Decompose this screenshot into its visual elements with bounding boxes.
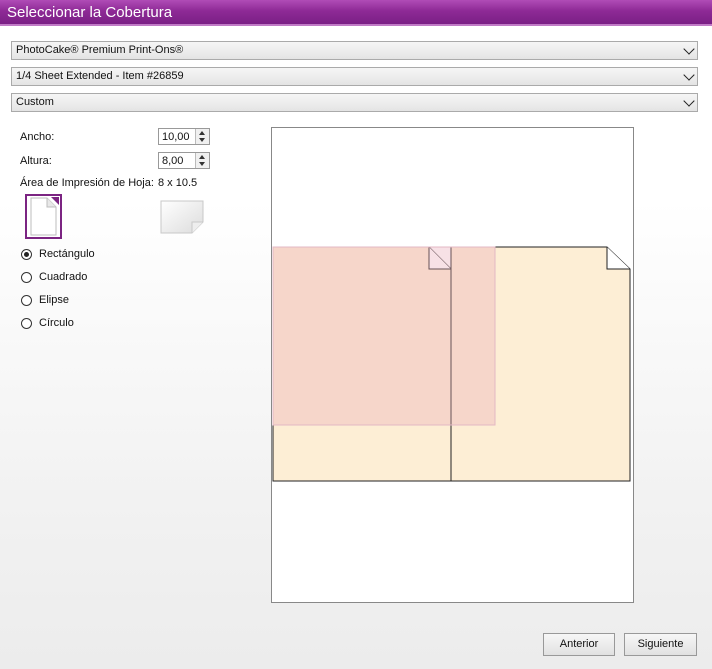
radio-label: Círculo: [39, 317, 74, 329]
size-dropdown-value: Custom: [16, 96, 54, 108]
next-button[interactable]: Siguiente: [624, 633, 697, 656]
radio-selected-dot: [24, 252, 29, 257]
portrait-page-icon: [30, 197, 59, 236]
radio-circle[interactable]: [21, 318, 32, 329]
height-input[interactable]: 8,00: [162, 155, 183, 167]
height-label: Altura:: [20, 155, 52, 167]
product-dropdown[interactable]: PhotoCake® Premium Print-Ons®: [11, 41, 698, 60]
coverage-preview-canvas: [272, 246, 631, 482]
width-label: Ancho:: [20, 131, 55, 143]
width-input[interactable]: 10,00: [162, 131, 190, 143]
width-spinner[interactable]: 10,00: [158, 128, 210, 145]
radio-circle[interactable]: [21, 249, 32, 260]
spin-up-icon[interactable]: [199, 131, 205, 135]
portrait-orientation-button[interactable]: [25, 194, 62, 239]
chevron-down-icon: [683, 69, 695, 81]
coverage-area[interactable]: [272, 246, 496, 426]
chevron-down-icon: [683, 43, 695, 55]
radio-label: Rectángulo: [39, 248, 95, 260]
chevron-down-icon: [683, 95, 695, 107]
product-dropdown-value: PhotoCake® Premium Print-Ons®: [16, 44, 184, 56]
radio-label: Elipse: [39, 294, 69, 306]
radio-label: Cuadrado: [39, 271, 88, 283]
window-title-bar: Seleccionar la Cobertura: [0, 0, 712, 26]
print-area-label: Área de Impresión de Hoja:: [20, 177, 154, 189]
radio-circle[interactable]: [21, 295, 32, 306]
size-dropdown[interactable]: Custom: [11, 93, 698, 112]
back-button[interactable]: Anterior: [543, 633, 615, 656]
spin-up-icon[interactable]: [199, 155, 205, 159]
coverage-preview: [271, 127, 634, 603]
radio-circle[interactable]: [21, 272, 32, 283]
width-spinner-buttons[interactable]: [195, 129, 209, 144]
spin-down-icon[interactable]: [199, 162, 205, 166]
spin-down-icon[interactable]: [199, 138, 205, 142]
height-spinner-buttons[interactable]: [195, 153, 209, 168]
sheet-dropdown[interactable]: 1/4 Sheet Extended - Item #26859: [11, 67, 698, 86]
height-spinner[interactable]: 8,00: [158, 152, 210, 169]
landscape-orientation-button[interactable]: [160, 200, 204, 234]
window-title: Seleccionar la Cobertura: [7, 4, 173, 21]
print-area-value: 8 x 10.5: [158, 177, 198, 189]
sheet-dropdown-value: 1/4 Sheet Extended - Item #26859: [16, 70, 184, 82]
